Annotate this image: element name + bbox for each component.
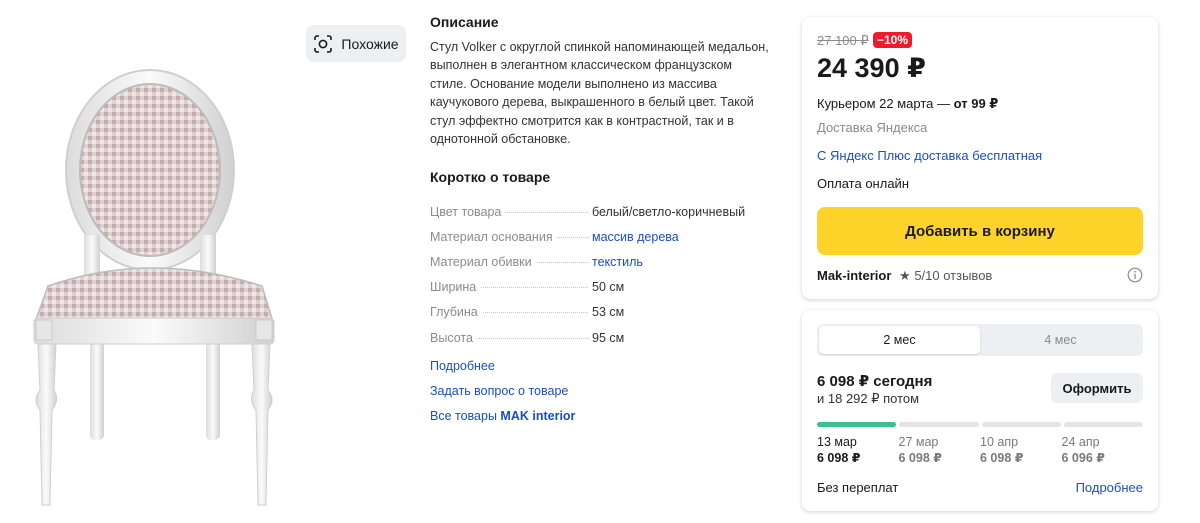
spec-value: 53 см xyxy=(592,305,625,320)
all-brand-products-link[interactable]: Все товары MAK interior xyxy=(430,407,575,432)
apply-installment-button[interactable]: Оформить xyxy=(1051,373,1143,403)
payment-date: 10 апр xyxy=(980,435,1019,449)
delivery-text: Курьером 22 марта — xyxy=(817,96,954,111)
product-links: Подробнее Задать вопрос о товаре Все тов… xyxy=(430,357,575,432)
info-icon[interactable] xyxy=(1127,267,1143,283)
tab-4-months[interactable]: 4 мес xyxy=(980,326,1141,354)
payment-item: 27 мар 6 098 ₽ xyxy=(899,435,981,465)
old-price: 27 100 ₽ xyxy=(817,33,869,48)
pay-later: и 18 292 ₽ потом xyxy=(817,391,920,406)
discount-badge: −10% xyxy=(873,32,913,48)
seller-rating[interactable]: ★ 5/10 отзывов xyxy=(899,268,992,283)
description-section: Описание Стул Volker с округлой спинкой … xyxy=(430,14,770,148)
spec-value: 95 см xyxy=(592,330,625,345)
seller-info: Mak-interior ★ 5/10 отзывов xyxy=(817,268,992,284)
all-products-prefix: Все товары xyxy=(430,409,497,423)
delivery-price: от 99 ₽ xyxy=(953,96,999,111)
spec-name: Высота xyxy=(430,330,477,345)
pay-today: 6 098 ₽ сегодня xyxy=(817,373,933,390)
spec-value-link[interactable]: текстиль xyxy=(592,255,643,269)
payment-item: 10 апр 6 098 ₽ xyxy=(980,435,1062,465)
specs-list: Цвет товара белый/светло-коричневый Мате… xyxy=(430,199,770,350)
spec-row: Материал обивки текстиль xyxy=(430,249,770,274)
payment-progress xyxy=(817,422,1143,427)
add-to-cart-button[interactable]: Добавить в корзину xyxy=(817,207,1143,255)
price-card: 27 100 ₽ −10% 24 390 ₽ Курьером 22 марта… xyxy=(802,17,1158,299)
similar-button[interactable]: Похожие xyxy=(306,25,406,62)
spec-row: Цвет товара белый/светло-коричневый xyxy=(430,199,770,224)
spec-row: Высота 95 см xyxy=(430,325,770,350)
spec-row: Материал основания массив дерева xyxy=(430,224,770,249)
current-price: 24 390 ₽ xyxy=(817,53,926,83)
payment-schedule: 13 мар 6 098 ₽ 27 мар 6 098 ₽ 10 апр 6 0… xyxy=(817,435,1143,465)
progress-segment xyxy=(817,422,897,427)
spec-row: Ширина 50 см xyxy=(430,275,770,300)
payment-date: 24 апр xyxy=(1061,435,1100,449)
similar-label: Похожие xyxy=(341,35,399,52)
short-info-heading: Коротко о товаре xyxy=(430,169,551,185)
delivery-info: Курьером 22 марта — от 99 ₽ xyxy=(817,96,998,112)
tab-2-months[interactable]: 2 мес xyxy=(819,326,980,354)
payment-item: 24 апр 6 096 ₽ xyxy=(1062,435,1144,465)
rating-value: 5 xyxy=(914,268,922,283)
product-image[interactable] xyxy=(0,0,300,523)
progress-segment xyxy=(1063,422,1143,427)
payment-date: 13 мар xyxy=(817,435,857,449)
delivery-source: Доставка Яндекса xyxy=(817,120,928,135)
chair-image xyxy=(32,69,275,506)
payment-amount: 6 096 ₽ xyxy=(1061,451,1105,465)
more-details-link[interactable]: Подробнее xyxy=(430,357,575,382)
spec-value: белый/светло-коричневый xyxy=(592,204,746,219)
description-heading: Описание xyxy=(430,14,499,30)
installment-more-link[interactable]: Подробнее xyxy=(1076,480,1143,495)
spec-name: Ширина xyxy=(430,280,481,295)
plus-delivery-link[interactable]: С Яндекс Плюс доставка бесплатная xyxy=(817,148,1042,163)
spec-value: 50 см xyxy=(592,280,625,295)
spec-value-link[interactable]: массив дерева xyxy=(592,230,679,244)
rating-reviews: /10 отзывов xyxy=(921,268,993,283)
brand-name: MAK interior xyxy=(500,409,576,423)
spec-name: Материал обивки xyxy=(430,254,536,269)
progress-segment xyxy=(899,422,979,427)
payment-amount: 6 098 ₽ xyxy=(980,451,1024,465)
payment-amount: 6 098 ₽ xyxy=(898,451,942,465)
progress-segment xyxy=(981,422,1061,427)
description-text: Стул Volker с округлой спинкой напоминаю… xyxy=(430,40,769,147)
installment-card: 2 мес 4 мес 6 098 ₽ сегодня и 18 292 ₽ п… xyxy=(802,310,1158,511)
spec-name: Материал основания xyxy=(430,229,557,244)
spec-row: Глубина 53 см xyxy=(430,300,770,325)
payment-item: 13 мар 6 098 ₽ xyxy=(817,435,899,465)
payment-method: Оплата онлайн xyxy=(817,176,909,191)
spec-name: Глубина xyxy=(430,305,482,320)
payment-amount: 6 098 ₽ xyxy=(817,451,861,465)
installment-tabs: 2 мес 4 мес xyxy=(817,324,1143,356)
camera-search-icon xyxy=(314,34,333,53)
star-icon: ★ xyxy=(899,268,911,283)
ask-question-link[interactable]: Задать вопрос о товаре xyxy=(430,382,575,407)
payment-date: 27 мар xyxy=(898,435,939,449)
seller-name[interactable]: Mak-interior xyxy=(817,268,891,283)
spec-name: Цвет товара xyxy=(430,204,506,219)
no-overpay-label: Без переплат xyxy=(817,480,899,495)
